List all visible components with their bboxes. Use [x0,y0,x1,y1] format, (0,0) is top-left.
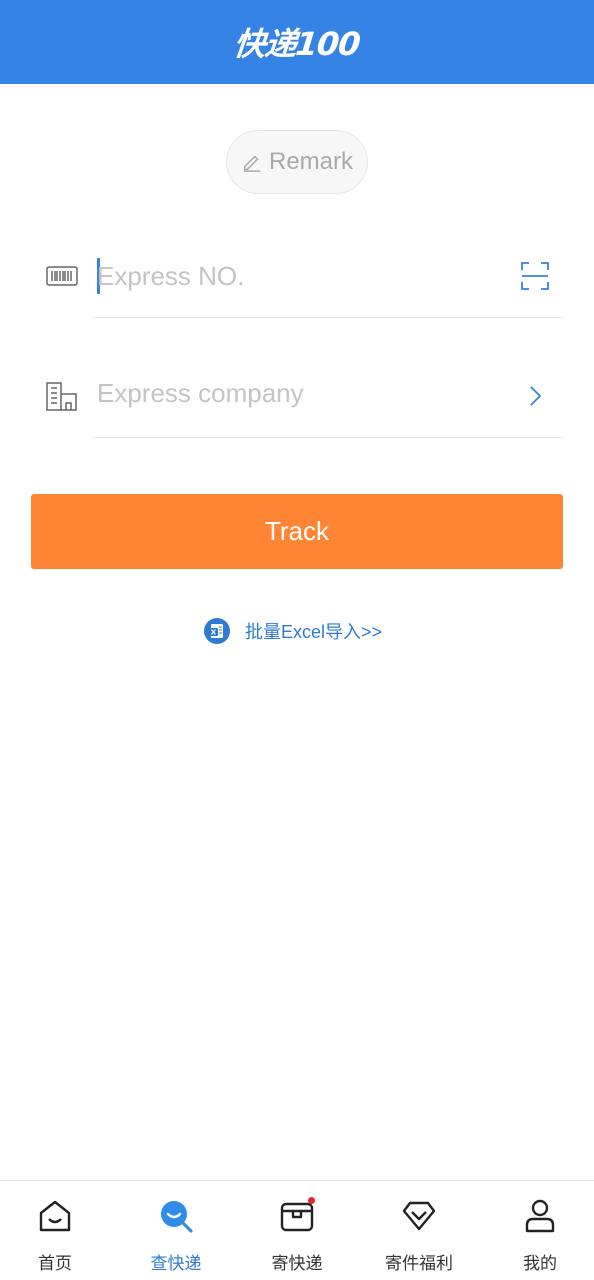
express-number-row [0,238,594,318]
tab-shipping-benefits[interactable]: 寄件福利 [360,1181,478,1280]
home-icon [39,1200,71,1232]
excel-import-link[interactable]: X 批量Excel导入>> [203,616,382,646]
tab-send-express[interactable]: 寄快递 [238,1181,356,1280]
tab-mine[interactable]: 我的 [481,1181,594,1280]
tab-mine-label: 我的 [523,1254,557,1273]
scan-icon[interactable] [519,260,551,292]
user-icon [525,1199,555,1233]
remark-button[interactable]: Remark [226,130,368,194]
express-company-placeholder: Express company [97,378,304,408]
diamond-icon [402,1201,436,1231]
excel-import-label: 批量Excel导入>> [245,622,383,642]
tab-track-express-label: 查快递 [150,1254,202,1273]
tab-send-express-label: 寄快递 [271,1254,323,1273]
track-button[interactable]: Track [31,494,563,569]
tab-home[interactable]: 首页 [0,1181,114,1280]
tab-shipping-benefits-label: 寄件福利 [385,1254,453,1273]
app-header: 快递100 [0,0,594,84]
express-number-input[interactable] [97,256,497,296]
express-company-field[interactable]: Express company [93,358,563,438]
tab-home-label: 首页 [38,1254,72,1273]
svg-text:X: X [211,629,217,637]
pencil-icon [243,155,261,172]
excel-icon: X [204,618,230,644]
tab-track-express[interactable]: 查快递 [117,1181,235,1280]
chevron-right-icon[interactable] [519,380,551,412]
express-company-row[interactable]: Express company [0,358,594,438]
search-icon [161,1201,193,1233]
remark-label: Remark [268,148,353,175]
bottom-tab-bar: 首页 查快递 寄快递 寄件福利 我的 [0,1180,594,1280]
express-number-field[interactable] [93,238,563,318]
barcode-icon [46,266,78,286]
app-logo: 快递100 [231,25,362,63]
notification-dot [308,1197,315,1204]
building-icon [46,382,77,411]
